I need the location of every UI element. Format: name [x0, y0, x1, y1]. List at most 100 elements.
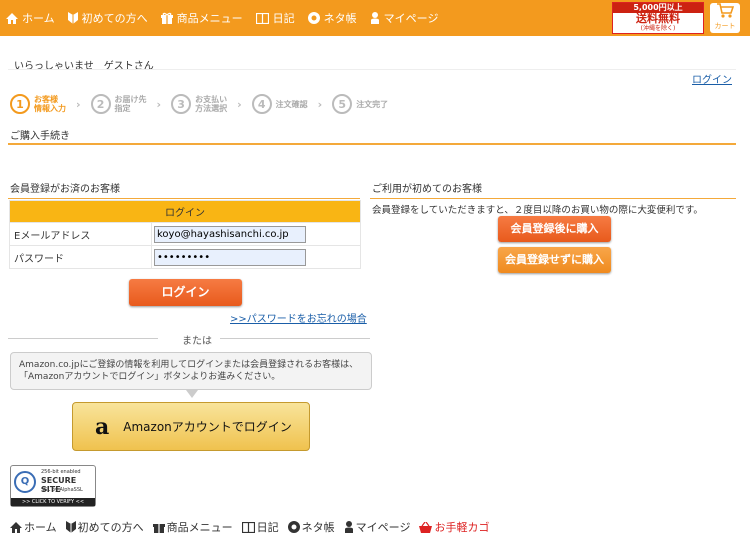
nav-mypage[interactable]: マイページ — [370, 10, 439, 26]
step-number: 4 — [251, 94, 272, 114]
footer-nav: ホーム 初めての方へ 商品メニュー 日記 ネタ帳 マイページ お手軽カゴ — [10, 519, 498, 535]
chevron-right-icon: › — [317, 97, 323, 111]
step-number: 3 — [171, 94, 192, 114]
section-title: ご購入手続き — [8, 127, 736, 145]
footer-diary[interactable]: 日記 — [241, 519, 279, 535]
forgot-password-link[interactable]: >>パスワードをお忘れの場合 — [230, 310, 367, 325]
book-icon — [241, 521, 255, 533]
gift-icon — [152, 524, 165, 533]
free-shipping-note: (沖縄を除く) — [640, 25, 676, 32]
amazon-logo-icon: a — [95, 413, 110, 440]
divider-line — [8, 338, 158, 339]
footer-basket-label: お手軽カゴ — [434, 521, 490, 534]
login-table-head: ログイン — [9, 200, 361, 223]
step-3: 3 お支払い 方法選択 — [171, 94, 227, 114]
home-icon — [10, 521, 22, 533]
arrow-down-icon — [186, 390, 198, 398]
beginner-icon — [65, 521, 76, 533]
step-label: お届け先 — [114, 95, 147, 104]
login-form: ログイン Eメールアドレス パスワード — [9, 200, 361, 269]
or-text: または — [182, 336, 212, 347]
free-shipping-banner: 5,000円以上 送料無料 (沖縄を除く) — [612, 2, 704, 34]
chevron-right-icon: › — [237, 97, 242, 111]
step-1: 1 お客様 情報入力 — [10, 94, 66, 114]
ssl-seal-icon: Q — [14, 471, 36, 493]
register-and-buy-button[interactable]: 会員登録後に購入 — [498, 216, 611, 242]
step-number: 2 — [90, 94, 111, 114]
amazon-login-label: Amazonアカウントでログイン — [123, 420, 292, 434]
footer-home-label: ホーム — [24, 521, 57, 534]
member-heading: 会員登録がお済のお客様 — [8, 180, 360, 199]
user-icon — [344, 521, 353, 533]
step-2: 2 お届け先 指定 — [90, 94, 147, 114]
footer-mypage[interactable]: マイページ — [344, 519, 411, 535]
password-field[interactable] — [154, 248, 306, 266]
buy-without-register-button[interactable]: 会員登録せずに購入 — [498, 247, 611, 273]
login-button[interactable]: ログイン — [129, 279, 242, 306]
amazon-note-line: Amazon.co.jpにご登録の情報を利用してログインまたは会員登録されるお客… — [19, 360, 359, 370]
step-label: 指定 — [114, 104, 131, 113]
top-nav-bar: ホーム 初めての方へ 商品メニュー 日記 ネタ帳 マイページ 5,000円以上 … — [0, 0, 750, 36]
step-5: 5 注文完了 — [332, 94, 388, 114]
header-login-link[interactable]: ログイン — [692, 71, 732, 86]
nav-mypage-label: マイページ — [383, 12, 439, 25]
step-4: 4 注文確認 — [251, 94, 308, 114]
main-nav: ホーム 初めての方へ 商品メニュー 日記 ネタ帳 マイページ — [6, 0, 451, 36]
cart-button[interactable]: カート — [710, 3, 740, 33]
beginner-icon — [67, 12, 78, 24]
nav-home-label: ホーム — [22, 12, 55, 25]
nav-beginner[interactable]: 初めての方へ — [67, 10, 148, 26]
footer-products[interactable]: 商品メニュー — [152, 519, 233, 535]
step-label: 注文確認 — [275, 99, 308, 109]
nav-beginner-label: 初めての方へ — [81, 12, 148, 25]
amazon-note-line: 「Amazonアカウントでログイン」ボタンよりお進みください。 — [19, 372, 281, 382]
email-field[interactable] — [154, 225, 306, 243]
basket-icon — [419, 521, 433, 533]
chevron-right-icon: › — [76, 97, 81, 111]
footer-diary-label: 日記 — [256, 521, 279, 534]
guest-heading: ご利用が初めてのお客様 — [370, 180, 736, 199]
nav-home[interactable]: ホーム — [6, 10, 55, 26]
footer-mypage-label: マイページ — [355, 521, 411, 534]
nav-diary-label: 日記 — [272, 12, 295, 25]
ssl-verify: >> CLICK TO VERIFY << — [11, 498, 95, 506]
nav-notes[interactable]: ネタ帳 — [307, 10, 357, 26]
ssl-badge[interactable]: Q 256-bit enabled SECURE SITE SSL by Alp… — [10, 465, 96, 507]
footer-basket[interactable]: お手軽カゴ — [419, 519, 489, 535]
footer-notes[interactable]: ネタ帳 — [287, 519, 335, 535]
nav-products-label: 商品メニュー — [176, 12, 243, 25]
nav-products[interactable]: 商品メニュー — [160, 10, 243, 26]
user-icon — [370, 12, 379, 24]
amazon-login-button[interactable]: a Amazonアカウントでログイン — [72, 402, 310, 451]
home-icon — [6, 12, 18, 24]
book-icon — [255, 12, 269, 24]
cart-icon — [717, 3, 735, 18]
step-number: 5 — [332, 94, 353, 114]
step-label: お支払い — [195, 95, 228, 104]
step-label: 情報入力 — [34, 104, 66, 113]
footer-home[interactable]: ホーム — [10, 519, 57, 535]
free-shipping-title: 送料無料 — [636, 12, 680, 25]
step-label: 方法選択 — [195, 104, 228, 113]
divider-line — [220, 338, 370, 339]
nav-diary[interactable]: 日記 — [255, 10, 295, 26]
footer-products-label: 商品メニュー — [166, 521, 233, 534]
or-divider: または — [8, 332, 372, 347]
step-label: 注文完了 — [356, 99, 389, 109]
amazon-note: Amazon.co.jpにご登録の情報を利用してログインまたは会員登録されるお客… — [10, 352, 372, 390]
divider — [8, 69, 736, 70]
note-icon — [287, 521, 300, 533]
gift-icon — [160, 12, 173, 24]
footer-beginner-label: 初めての方へ — [77, 521, 144, 534]
guest-description: 会員登録をしていただきますと、２度目以降のお買い物の際に大変便利です。 — [372, 205, 703, 216]
ssl-line: 256-bit enabled — [41, 469, 81, 475]
email-label: Eメールアドレス — [9, 222, 152, 246]
note-icon — [307, 12, 320, 24]
chevron-right-icon: › — [156, 97, 162, 111]
footer-beginner[interactable]: 初めての方へ — [65, 519, 144, 535]
checkout-steps: 1 お客様 情報入力 › 2 お届け先 指定 › 3 お支払い 方法選択 › 4 注文… — [10, 93, 398, 115]
password-label: パスワード — [9, 245, 152, 269]
footer-notes-label: ネタ帳 — [301, 521, 335, 534]
cart-label: カート — [714, 22, 736, 30]
step-number: 1 — [10, 94, 30, 114]
